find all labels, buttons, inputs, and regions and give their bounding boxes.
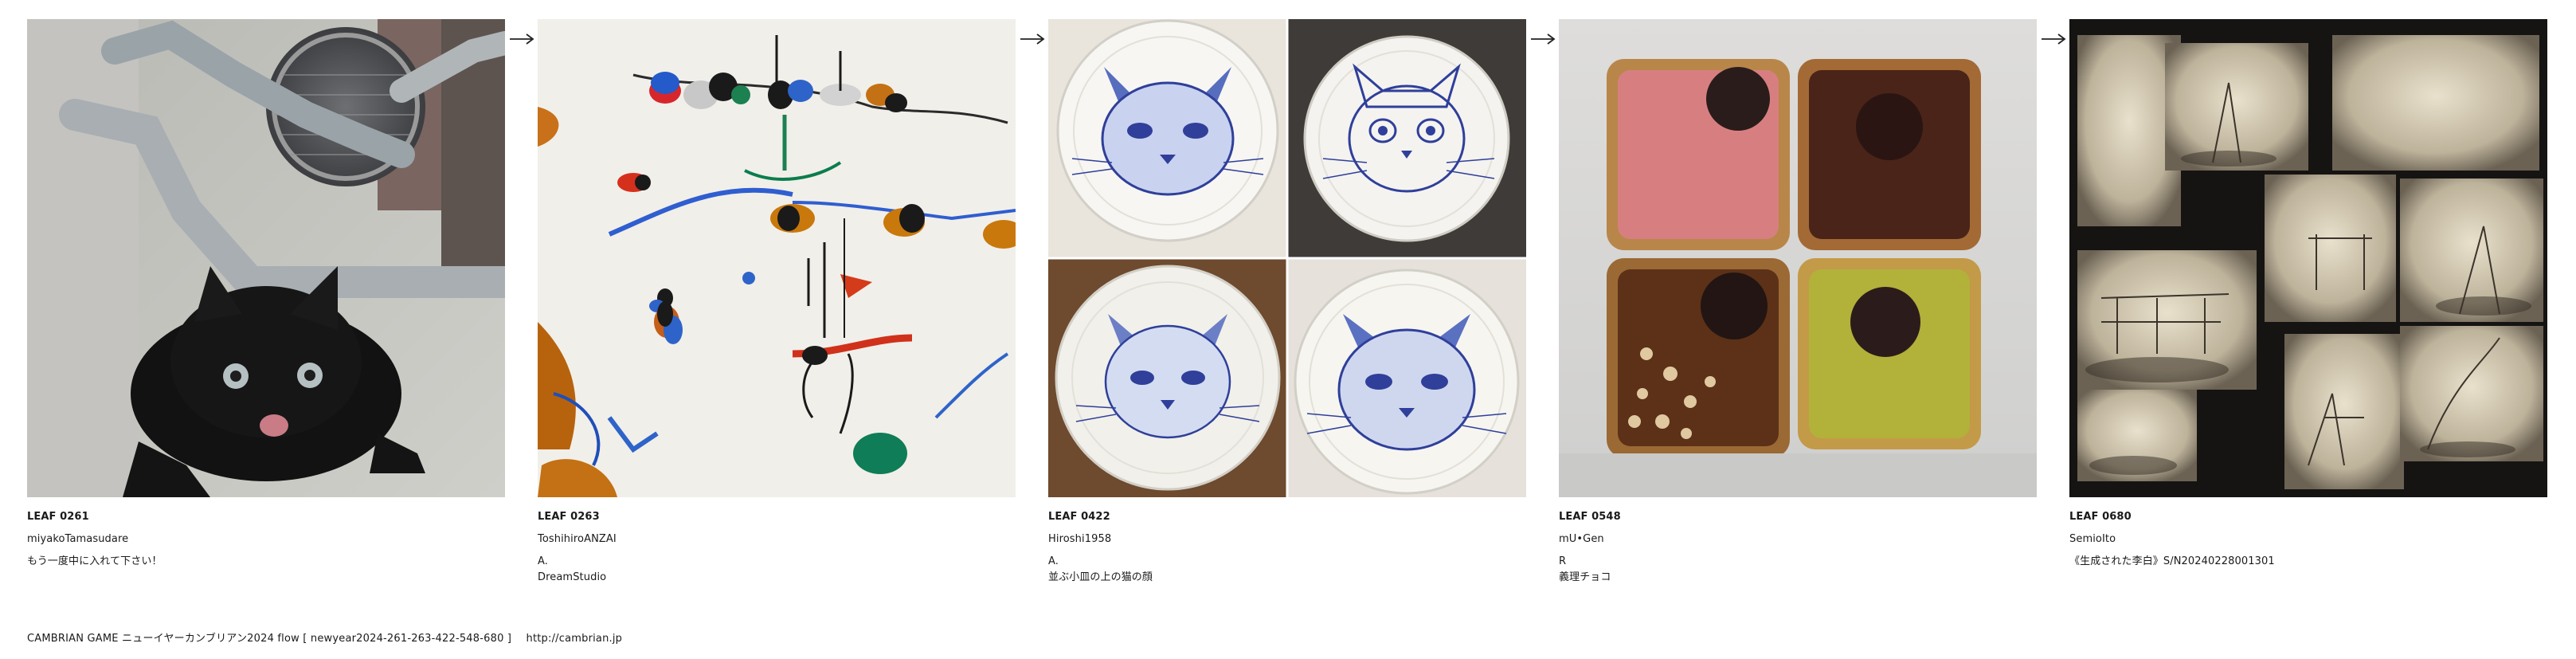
sepia-photo-collage [2069, 19, 2547, 497]
leaf-caption-line: 義理チョコ [1559, 571, 1611, 583]
leaf-caption-line: 並ぶ小皿の上の猫の顔 [1048, 571, 1153, 583]
leaf-card-0548[interactable]: LEAF 0548 mU•Gen R 義理チョコ [1559, 19, 2037, 587]
cat-plate-3 [1055, 265, 1281, 491]
right-arrow-icon [1526, 27, 1559, 51]
leaf-author[interactable]: ToshihiroANZAI [538, 530, 1016, 549]
leaf-author[interactable]: Hiroshi1958 [1048, 530, 1526, 549]
right-arrow-icon [505, 27, 538, 51]
leaf-card-0261[interactable]: LEAF 0261 miyakoTamasudare もう一度中に入れて下さい！ [27, 19, 505, 571]
leaf-card-0263[interactable]: LEAF 0263 ToshihiroANZAI A. DreamStudio [538, 19, 1016, 587]
leaf-card-0422[interactable]: LEAF 0422 Hiroshi1958 A. 並ぶ小皿の上の猫の顔 [1048, 19, 1526, 587]
leaf-flow-strip: LEAF 0261 miyakoTamasudare もう一度中に入れて下さい！ [27, 19, 2547, 587]
cat-plates-grid [1048, 19, 1526, 497]
chocolate-tarts-photo [1559, 19, 2037, 497]
leaf-meta-0263: LEAF 0263 ToshihiroANZAI A. DreamStudio [538, 508, 1016, 587]
leaf-author[interactable]: miyakoTamasudare [27, 530, 505, 549]
footer-url-link[interactable]: http://cambrian.jp [527, 633, 623, 645]
right-arrow-icon [1016, 27, 1048, 51]
leaf-author[interactable]: SemioIto [2069, 530, 2547, 549]
leaf-id: LEAF 0261 [27, 511, 89, 523]
abstract-painting [538, 19, 1016, 497]
cat-plate-4 [1294, 269, 1520, 495]
leaf-caption-line: DreamStudio [538, 571, 607, 583]
leaf-author[interactable]: mU•Gen [1559, 530, 2037, 549]
leaf-caption-line: もう一度中に入れて下さい！ [27, 555, 162, 567]
leaf-id: LEAF 0422 [1048, 511, 1110, 523]
leaf-id: LEAF 0548 [1559, 511, 1621, 523]
leaf-caption-line: 《生成された李白》S/N20240228001301 [2069, 555, 2275, 567]
leaf-id: LEAF 0263 [538, 511, 600, 523]
leaf-meta-0261: LEAF 0261 miyakoTamasudare もう一度中に入れて下さい！ [27, 508, 505, 571]
black-kitten-photo [27, 19, 505, 497]
leaf-card-0680[interactable]: LEAF 0680 SemioIto 《生成された李白》S/N202402280… [2069, 19, 2547, 571]
leaf-image-0548[interactable] [1559, 19, 2037, 497]
page-footer: CAMBRIAN GAME ニューイヤーカンブリアン2024 flow [ ne… [27, 630, 633, 645]
leaf-meta-0548: LEAF 0548 mU•Gen R 義理チョコ [1559, 508, 2037, 587]
leaf-meta-0680: LEAF 0680 SemioIto 《生成された李白》S/N202402280… [2069, 508, 2547, 571]
leaf-image-0680[interactable] [2069, 19, 2547, 497]
cat-plate-2 [1303, 35, 1510, 242]
footer-title: CAMBRIAN GAME ニューイヤーカンブリアン2024 flow [ ne… [27, 633, 512, 645]
leaf-image-0263[interactable] [538, 19, 1016, 497]
leaf-image-0261[interactable] [27, 19, 505, 497]
leaf-id: LEAF 0680 [2069, 511, 2132, 523]
leaf-image-0422[interactable] [1048, 19, 1526, 497]
cat-plate-1 [1056, 19, 1279, 242]
leaf-meta-0422: LEAF 0422 Hiroshi1958 A. 並ぶ小皿の上の猫の顔 [1048, 508, 1526, 587]
right-arrow-icon [2037, 27, 2069, 51]
